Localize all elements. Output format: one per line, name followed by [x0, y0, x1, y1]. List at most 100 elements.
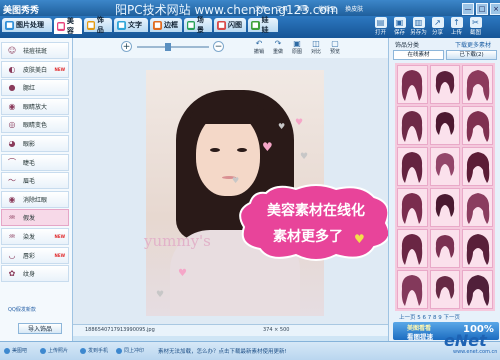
heart-icon: ♥ — [278, 122, 286, 131]
menu-help[interactable]: 帮助 — [297, 4, 309, 13]
beauty-tool-0[interactable]: ☺ 祛痘祛斑 — [1, 42, 69, 59]
hair-material-item[interactable] — [397, 270, 428, 309]
bottom-link-label: 同上冲印 — [124, 348, 145, 354]
beauty-tool-6[interactable]: ⌒ 睫毛 — [1, 153, 69, 171]
hair-material-item[interactable] — [462, 106, 493, 145]
menu-skin[interactable]: 换皮肤 — [345, 4, 363, 13]
tab-4[interactable]: ■ 边框 — [150, 18, 182, 32]
redo-label: 重做 — [272, 49, 283, 55]
beauty-tool-7[interactable]: 〜眉毛 — [1, 172, 69, 190]
bottom-link-meitu-bar[interactable]: 美图吧 — [4, 347, 27, 354]
hair-material-item[interactable] — [429, 229, 461, 268]
beauty-tool-2[interactable]: ● 腮红 — [1, 79, 69, 97]
beauty-tool-1[interactable]: ◐ 皮肤美白 NEW — [1, 60, 69, 78]
material-pager[interactable]: 上一页 5 6 7 8 9 下一页 — [399, 313, 460, 321]
zoom-in-button[interactable]: + — [121, 41, 132, 52]
save-label: 保存 — [393, 30, 405, 36]
hair-material-item[interactable] — [429, 188, 461, 227]
tab-online-materials[interactable]: 在线素材 — [393, 50, 444, 60]
hair-material-item[interactable] — [397, 65, 428, 104]
hair-material-item[interactable] — [462, 65, 493, 104]
bottom-link-print[interactable]: 同上冲印 — [116, 347, 144, 354]
hair-material-item[interactable] — [397, 188, 428, 227]
preview-button[interactable]: ▢ 预览 — [327, 39, 343, 57]
beauty-tool-label: 眉毛 — [23, 178, 36, 186]
tab-icon: ■ — [251, 20, 260, 30]
share-button[interactable]: ↗ 分享 — [429, 16, 446, 38]
heart-icon: ♥ — [300, 152, 309, 162]
save-button[interactable]: ▣ 保存 — [391, 16, 408, 38]
menu-file[interactable]: 文件 — [255, 4, 267, 13]
hair-material-item[interactable] — [397, 229, 428, 268]
hair-material-item[interactable] — [462, 270, 493, 309]
scissors-icon: ✂ — [469, 17, 482, 28]
close-button[interactable]: × — [490, 3, 500, 15]
tab-7[interactable]: ■ 娃娃 — [248, 16, 278, 34]
compare-label: 对比 — [310, 49, 321, 55]
beauty-tool-label: 祛痘祛斑 — [23, 48, 48, 55]
menu-sohu[interactable]: 搜狐互 — [318, 4, 336, 13]
tab-0[interactable]: ■ 图片处理 — [2, 18, 52, 32]
zoom-slider-handle[interactable] — [165, 43, 171, 51]
maximize-button[interactable]: □ — [476, 3, 488, 15]
hair-material-item[interactable] — [429, 147, 461, 186]
tab-label: 图片处理 — [16, 21, 44, 29]
redo-icon: ↷ — [274, 39, 282, 48]
hair-dye-icon: ♒ — [8, 232, 16, 241]
title-bar: 美图秀秀 阳PC技术网站 www.chenpeng123.com 文件 工具 帮… — [0, 0, 500, 17]
material-notice[interactable]: 素材无法加载，怎么办？点击下载最新素材使用更新! — [158, 347, 287, 355]
wig-icon — [466, 274, 489, 306]
upload-button[interactable]: ↑ 上传 — [448, 16, 465, 38]
tab-icon: ■ — [87, 20, 95, 30]
beauty-tool-3[interactable]: ◉ 眼睛放大 — [1, 97, 69, 115]
beauty-tool-11[interactable]: ◡ 唇彩 NEW — [1, 246, 69, 264]
face-icon: ☺ — [7, 46, 17, 55]
zoom-out-button[interactable]: − — [213, 41, 224, 52]
beauty-tool-9[interactable]: ♒ 假发 — [1, 209, 69, 227]
image-dimensions: 374 × 500 — [263, 327, 290, 333]
wig-icon — [402, 233, 423, 265]
beauty-tool-label: 眼睛放大 — [23, 103, 48, 111]
hair-material-item[interactable] — [462, 188, 493, 227]
hair-material-item[interactable] — [397, 147, 428, 186]
undo-label: 撤销 — [253, 49, 264, 55]
hair-material-item[interactable] — [429, 106, 461, 145]
minimize-button[interactable]: — — [462, 3, 474, 15]
hair-material-item[interactable] — [397, 106, 428, 145]
download-more-link[interactable]: 下载更多素材 — [455, 40, 491, 49]
tab-1[interactable]: ■ 美容 — [54, 17, 82, 35]
tab-2[interactable]: ■ 饰品 — [84, 16, 112, 34]
qq-wig-tip[interactable]: QQ假发新款 — [8, 306, 36, 313]
menu-tools[interactable]: 工具 — [276, 4, 288, 13]
tab-6[interactable]: ■ 闪图 — [214, 18, 246, 32]
bottom-link-upload[interactable]: 上传照片 — [40, 347, 68, 354]
bottom-link-phone[interactable]: 发到手机 — [80, 347, 108, 354]
beauty-tool-8[interactable]: ◉ 消除红眼 — [1, 190, 69, 208]
beauty-tool-label: 纹身 — [23, 271, 36, 279]
hair-material-item[interactable] — [429, 65, 461, 104]
undo-button[interactable]: ↶ 撤销 — [251, 39, 267, 57]
compare-button[interactable]: ◫ 对比 — [308, 39, 324, 57]
tab-3[interactable]: ■ 文字 — [114, 18, 148, 32]
hair-material-item[interactable] — [462, 147, 493, 186]
wig-icon — [466, 233, 489, 265]
watermark-prefix: 阳PC技术网站 — [115, 3, 191, 17]
import-accessory-button[interactable]: 导入饰品 — [18, 323, 62, 334]
beauty-tool-label: 睫毛 — [23, 159, 36, 167]
hair-material-item[interactable] — [429, 270, 461, 309]
wig-icon — [402, 110, 423, 142]
beauty-tool-4[interactable]: ◎ 眼睛变色 — [1, 116, 69, 134]
tab-5[interactable]: ■ 场景 — [184, 16, 212, 34]
zoom-slider[interactable] — [137, 46, 209, 48]
redo-button[interactable]: ↷ 重做 — [270, 39, 286, 57]
tab-downloaded[interactable]: 已下载(2) — [446, 50, 497, 60]
save-as-button[interactable]: ▥ 另存为 — [410, 16, 427, 38]
hair-material-item[interactable] — [462, 229, 493, 268]
bubble-line-1: 美容素材在线化 — [267, 202, 365, 219]
beauty-tool-10[interactable]: ♒ 染发 NEW — [1, 228, 69, 245]
screenshot-button[interactable]: ✂ 截图 — [467, 16, 484, 38]
open-button[interactable]: ▤ 打开 — [372, 16, 389, 38]
original-button[interactable]: ▣ 原图 — [289, 39, 305, 57]
beauty-tool-12[interactable]: ✿ 纹身 — [1, 265, 69, 283]
beauty-tool-5[interactable]: ◕ 眼影 — [1, 135, 69, 152]
